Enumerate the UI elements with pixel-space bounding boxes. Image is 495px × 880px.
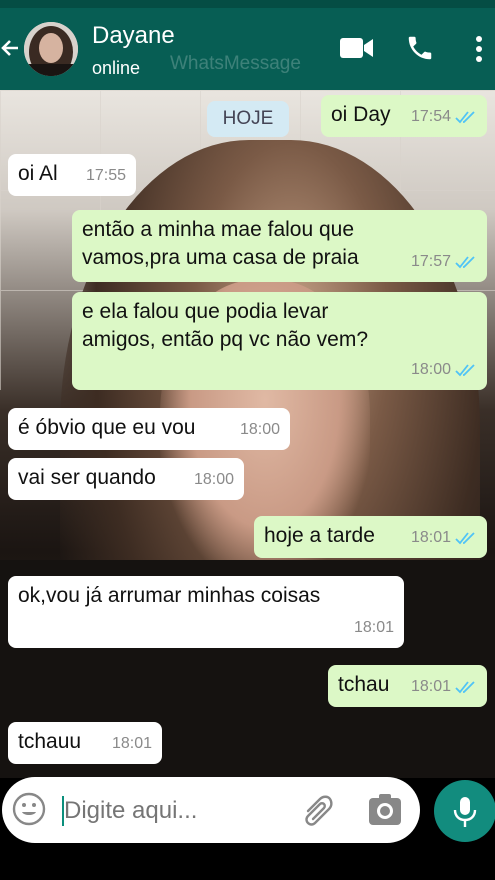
message-meta: 18:00	[411, 356, 477, 384]
message-meta: 18:01	[112, 730, 152, 758]
message-text: oi Day	[331, 103, 391, 126]
read-ticks-icon	[455, 532, 475, 545]
message-text: então a minha mae falou que vamos,pra um…	[82, 218, 359, 269]
read-ticks-icon	[455, 111, 475, 124]
chat-header: Dayane online WhatsMessage	[0, 8, 495, 90]
message-bubble-incoming[interactable]: oi Al 17:55	[8, 154, 136, 196]
attach-icon[interactable]	[300, 793, 336, 832]
message-bubble-incoming[interactable]: vai ser quando 18:00	[8, 458, 244, 500]
mic-button[interactable]	[434, 780, 495, 842]
video-call-icon[interactable]	[340, 38, 374, 63]
message-meta: 17:57	[411, 248, 477, 276]
message-time: 17:54	[410, 108, 451, 125]
message-bubble-outgoing[interactable]: hoje a tarde 18:01	[254, 516, 487, 558]
message-text: é óbvio que eu vou	[18, 416, 196, 439]
message-time: 18:00	[193, 471, 234, 488]
status-bar	[0, 0, 495, 8]
avatar[interactable]	[24, 22, 78, 76]
message-text: tchau	[338, 673, 390, 696]
message-bubble-incoming[interactable]: ok,vou já arrumar minhas coisas 18:01	[8, 576, 404, 648]
read-ticks-icon	[455, 681, 475, 694]
message-time: 18:01	[410, 529, 451, 546]
message-meta: 18:01	[411, 673, 477, 701]
date-chip: HOJE	[207, 101, 289, 137]
chat-area[interactable]: HOJE oi Day 17:54 oi Al 17:55 então a mi…	[0, 90, 495, 778]
message-meta: 18:01	[411, 524, 477, 552]
message-bubble-incoming[interactable]: tchauu 18:01	[8, 722, 162, 764]
emoji-icon[interactable]	[12, 792, 46, 831]
message-meta: 17:54	[411, 103, 477, 131]
message-text: tchauu	[18, 730, 82, 753]
message-text: e ela falou que podia levar amigos, entã…	[82, 300, 369, 351]
message-bubble-outgoing[interactable]: tchau 18:01	[328, 665, 487, 707]
message-text: hoje a tarde	[264, 524, 375, 547]
message-time: 18:01	[353, 619, 394, 636]
message-time: 18:01	[111, 735, 152, 752]
contact-name[interactable]: Dayane	[92, 22, 175, 50]
message-meta: 17:55	[86, 162, 126, 190]
message-meta: 18:00	[194, 466, 234, 494]
message-time: 18:00	[239, 421, 280, 438]
back-arrow-icon[interactable]	[0, 36, 20, 60]
camera-icon[interactable]	[368, 794, 402, 831]
more-options-icon[interactable]	[475, 36, 483, 67]
bottom-edge	[0, 860, 495, 880]
message-time: 18:01	[410, 678, 451, 695]
message-time: 17:55	[85, 167, 126, 184]
read-ticks-icon	[455, 364, 475, 377]
message-text: vai ser quando	[18, 466, 156, 489]
mic-icon	[453, 797, 477, 827]
message-meta: 18:00	[240, 416, 280, 444]
message-bubble-outgoing[interactable]: então a minha mae falou que vamos,pra um…	[72, 210, 487, 282]
message-time: 17:57	[410, 253, 451, 270]
message-bubble-incoming[interactable]: é óbvio que eu vou 18:00	[8, 408, 290, 450]
read-ticks-icon	[455, 256, 475, 269]
voice-call-icon[interactable]	[405, 33, 435, 68]
message-input[interactable]	[64, 797, 274, 825]
contact-status: online	[92, 58, 141, 78]
message-bubble-outgoing[interactable]: e ela falou que podia levar amigos, entã…	[72, 292, 487, 390]
message-time: 18:00	[410, 361, 451, 378]
message-bubble-outgoing[interactable]: oi Day 17:54	[321, 95, 487, 137]
message-text: oi Al	[18, 162, 58, 185]
watermark: WhatsMessage	[170, 53, 301, 74]
message-meta: 18:01	[354, 614, 394, 642]
message-text: ok,vou já arrumar minhas coisas	[18, 584, 321, 607]
